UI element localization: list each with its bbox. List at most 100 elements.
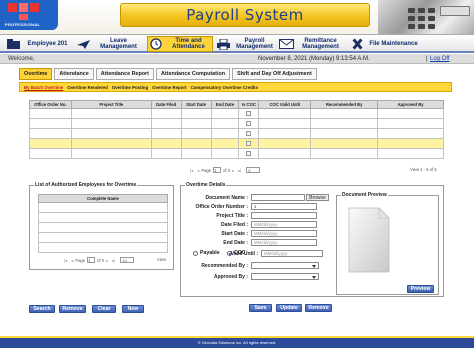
page-size-select[interactable]: 5 (246, 167, 261, 173)
table-row[interactable] (29, 128, 444, 139)
last-page-icon[interactable]: ▸| (112, 258, 115, 263)
coc-checkbox[interactable] (246, 140, 252, 146)
tools-icon (350, 38, 365, 51)
subtab-compensatory-overtime-credits[interactable]: Compensatory Overtime Credits (191, 85, 258, 90)
browse-button[interactable]: Browse (306, 194, 329, 201)
prev-page-icon[interactable]: ◂ (71, 258, 73, 263)
page-label: Page (201, 167, 212, 173)
valid-until-label: Valid Until : (230, 251, 258, 257)
prev-page-icon[interactable]: ◂ (197, 168, 199, 173)
project-title-field[interactable] (251, 212, 317, 219)
footer: © Geodata Solutions Inc. All rights rese… (0, 336, 474, 348)
new-button[interactable]: New (122, 305, 144, 313)
tab-overtime[interactable]: Overtime (19, 68, 53, 80)
app-title: Payroll System (120, 3, 370, 27)
calculator-image (378, 0, 474, 34)
column-header[interactable]: Approved By (377, 100, 444, 109)
page-of-label: of 0 (97, 257, 105, 263)
employees-grid: Complete Name (38, 194, 168, 253)
page-of-label: of 0 (223, 167, 231, 173)
tab-shift-day-off-adjustment[interactable]: Shift and Day Off Adjustment (232, 68, 317, 80)
coc-checkbox[interactable] (246, 110, 252, 116)
nav-leave-management[interactable]: Leave Management (76, 36, 144, 52)
table-row[interactable] (38, 212, 168, 223)
table-row[interactable] (38, 202, 168, 213)
column-header[interactable]: End Date (210, 100, 240, 109)
document-name-label: Document Name : (205, 195, 248, 201)
remove-employee-button[interactable]: Remove (59, 305, 86, 313)
column-header[interactable]: Date Filed (150, 100, 182, 109)
table-row[interactable] (29, 118, 444, 129)
next-page-icon[interactable]: ▸ (232, 168, 234, 173)
table-row-highlighted[interactable] (29, 138, 444, 149)
remove-button[interactable]: Remove (305, 304, 332, 312)
save-button[interactable]: Save (249, 304, 272, 312)
recommended-by-select[interactable] (251, 262, 319, 269)
current-datetime: November 8, 2021 (Monday) 9:13:54 A.M. (258, 56, 370, 62)
panel-legend: Overtime Details (185, 182, 227, 188)
preview-button[interactable]: Preview (407, 285, 434, 293)
end-date-field[interactable]: MM/dd/yyyy (251, 239, 317, 246)
last-page-icon[interactable]: ▸| (238, 168, 241, 173)
clock-icon (148, 38, 163, 51)
nav-remittance-management[interactable]: Remittance Management (279, 36, 345, 52)
end-date-label: End Date : (223, 240, 248, 246)
nav-label: Payroll Management (236, 38, 273, 50)
printer-icon (216, 38, 231, 51)
tab-bar: Overtime Attendance Attendance Report At… (19, 68, 319, 80)
tab-attendance-computation[interactable]: Attendance Computation (155, 68, 231, 80)
recommended-by-label: Recommended By : (201, 263, 248, 269)
main-nav: Employee 201 Leave Management Time and A… (0, 34, 474, 53)
approved-by-select[interactable] (251, 273, 319, 280)
valid-until-field[interactable]: MM/dd/yyyy (261, 250, 323, 257)
logout-link[interactable]: Log Off (430, 54, 450, 64)
document-icon (348, 207, 390, 273)
page-input[interactable]: 1 (213, 167, 222, 173)
page-size-select[interactable]: 10 (120, 257, 135, 263)
panel-legend: Document Preview (341, 192, 388, 198)
next-page-icon[interactable]: ▸ (106, 258, 108, 263)
date-filed-field[interactable]: MM/dd/yyyy (251, 221, 317, 228)
subtab-overtime-rendered[interactable]: Overtime Rendered (67, 85, 108, 90)
page-input[interactable]: 1 (87, 257, 96, 263)
nav-label: Leave Management (100, 38, 137, 50)
search-button[interactable]: Search (29, 305, 55, 313)
start-date-field[interactable]: MM/dd/yyyy (251, 230, 317, 237)
project-title-label: Project Title : (216, 213, 248, 219)
table-row[interactable] (29, 148, 444, 159)
office-order-field[interactable]: 1 (251, 203, 317, 210)
column-header[interactable]: Start Date (180, 100, 212, 109)
table-row[interactable] (29, 108, 444, 119)
column-header[interactable]: Is COC (238, 100, 260, 109)
tab-attendance[interactable]: Attendance (54, 68, 94, 80)
nav-employee-201[interactable]: Employee 201 (6, 36, 72, 52)
table-row[interactable] (38, 232, 168, 243)
table-row[interactable] (38, 242, 168, 253)
table-row[interactable] (38, 222, 168, 233)
subtab-by-batch-overtime[interactable]: By Batch Overtime (24, 85, 63, 90)
nav-payroll-management[interactable]: Payroll Management (216, 36, 276, 52)
update-button[interactable]: Update (276, 304, 302, 312)
approved-by-label: Approved By : (213, 274, 248, 280)
column-header[interactable]: Complete Name (38, 194, 168, 203)
coc-checkbox[interactable] (246, 130, 252, 136)
coc-checkbox[interactable] (246, 150, 252, 156)
employees-pager: |◂ ◂ Page 1 of 0 ▸ ▸| 10 (62, 257, 135, 263)
column-header[interactable]: Office Order No. (29, 100, 72, 109)
column-header[interactable]: Recommended By (310, 100, 379, 109)
document-name-field[interactable] (251, 194, 305, 201)
column-header[interactable]: Project Title (70, 100, 152, 109)
nav-label: Employee 201 (27, 41, 68, 47)
first-page-icon[interactable]: |◂ (64, 258, 67, 263)
nav-file-maintenance[interactable]: File Maintenance (350, 36, 420, 52)
subtab-overtime-report[interactable]: Overtime Report (152, 85, 186, 90)
welcome-bar: Welcome, November 8, 2021 (Monday) 9:13:… (0, 54, 474, 64)
column-header[interactable]: COC Valid Until (258, 100, 312, 109)
nav-time-and-attendance[interactable]: Time and Attendance (147, 36, 213, 52)
employees-view-count: View (157, 257, 166, 262)
subtab-overtime-posting[interactable]: Overtime Posting (112, 85, 148, 90)
first-page-icon[interactable]: |◂ (190, 168, 193, 173)
tab-attendance-report[interactable]: Attendance Report (95, 68, 154, 80)
coc-checkbox[interactable] (246, 120, 252, 126)
clear-button[interactable]: Clear (92, 305, 116, 313)
